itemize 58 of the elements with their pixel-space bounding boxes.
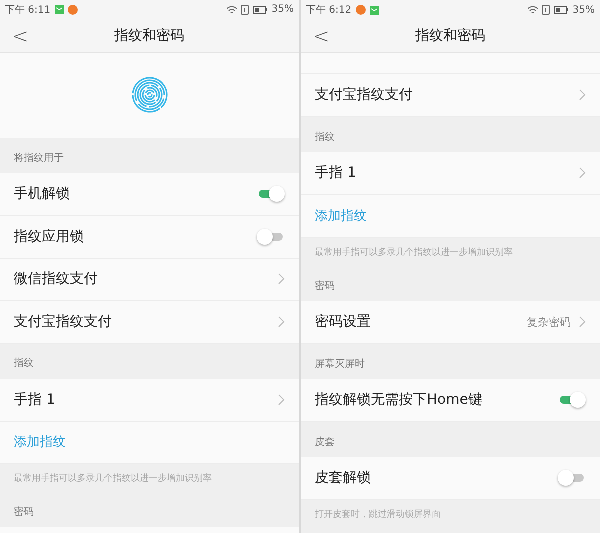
row-value: 复杂密码 [527,314,571,330]
battery-icon [252,6,268,14]
section-header: 指纹 [314,130,336,144]
row-label: 密码设置 [315,313,372,331]
row-label: 手机解锁 [14,184,71,203]
row-label: 指纹解锁无需按下Home键 [315,391,484,409]
back-button[interactable]: < [8,24,33,48]
chevron-icon [278,273,285,286]
chevron-icon [278,316,285,328]
page-title: 指纹和密码 [416,27,486,45]
app-icon [68,4,78,15]
message-icon [370,6,379,14]
fingerprint-icon [132,77,168,114]
section-header: 密码 [13,506,35,520]
chevron-icon [278,394,285,406]
settings-row[interactable]: 支付宝指纹支付 [301,74,600,117]
row-label: 指纹应用锁 [14,228,85,246]
sim-icon [542,5,550,15]
app-icon [356,5,366,15]
section-header: 指纹 [13,356,35,372]
back-button[interactable]: < [309,24,334,48]
row-label: 手指 1 [315,164,358,182]
settings-row[interactable]: 指纹应用锁 [0,216,299,259]
section-header: 皮套 [314,436,336,450]
row-label: 皮套解锁 [315,469,372,487]
battery-percent: 35% [272,4,294,16]
settings-row[interactable]: 指纹解锁无需按下Home键 [301,379,600,422]
settings-row[interactable]: 支付宝指纹支付 [0,301,299,344]
toggle-switch[interactable] [558,392,586,408]
toggle-switch[interactable] [257,228,285,245]
battery-percent: 35% [572,4,595,16]
toggle-switch[interactable] [558,470,586,486]
settings-row[interactable]: 密码设置 复杂密码 [301,301,600,344]
section-header: 屏幕灭屏时 [314,358,366,372]
settings-row[interactable]: 皮套解锁 [301,457,600,500]
row-label: 手指 1 [14,390,56,409]
sim-icon [240,4,249,15]
battery-icon [554,6,569,14]
wifi-icon [528,6,538,14]
chevron-icon [579,167,586,179]
page-title: 指纹和密码 [114,26,184,45]
toggle-switch[interactable] [257,186,285,202]
hint-text: 打开皮套时，跳过滑动锁屏界面 [314,508,442,522]
row-label: 微信指纹支付 [14,270,99,288]
settings-row[interactable]: 微信指纹支付 [0,258,299,302]
wifi-icon [226,6,237,14]
settings-row[interactable]: 手指 1 [0,378,299,422]
section-header: 密码 [314,280,336,294]
row-label: 支付宝指纹支付 [315,86,414,104]
chevron-icon [579,89,586,101]
row-label: 支付宝指纹支付 [14,313,113,332]
settings-row[interactable]: 手指 1 [301,152,600,195]
section-header: 将指纹用于 [13,152,65,166]
message-icon [54,5,64,14]
chevron-icon [579,316,586,328]
status-time: 下午 6:11 [5,4,51,17]
settings-row[interactable]: 手机解锁 [0,173,299,216]
status-time: 下午 6:12 [306,4,352,17]
